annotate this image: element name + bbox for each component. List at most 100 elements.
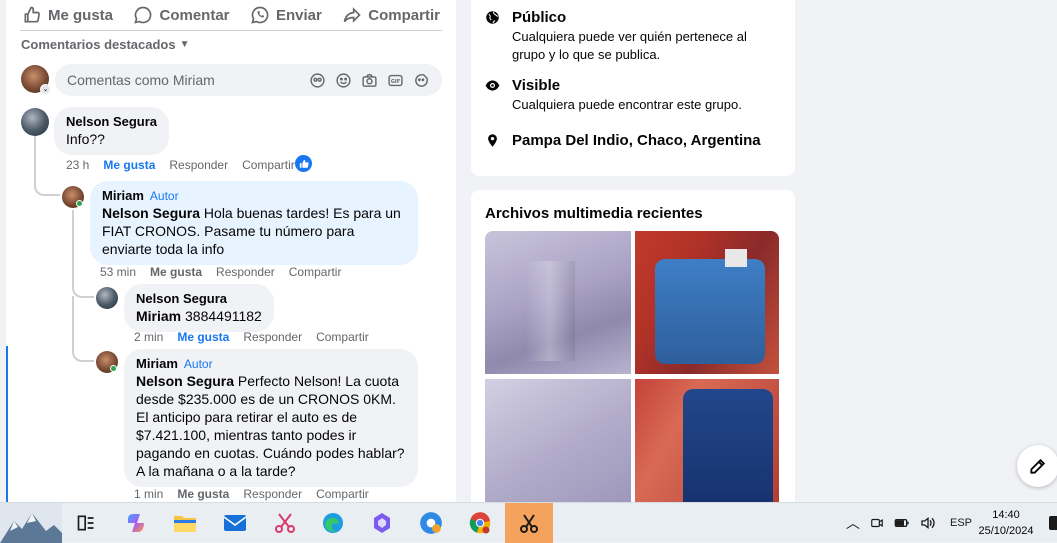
svg-text:GIF: GIF	[391, 78, 400, 84]
online-indicator	[110, 365, 117, 372]
media-thumbnail[interactable]	[485, 231, 631, 374]
chevron-down-icon: ⌄	[40, 84, 51, 95]
visibility-subtitle: Cualquiera puede encontrar este grupo.	[512, 97, 742, 112]
chrome-profile-icon[interactable]	[418, 510, 444, 536]
comment-bubble: Miriam Autor Nelson Segura Perfecto Nelso…	[124, 349, 418, 487]
composer-placeholder: Comentas como Miriam	[67, 72, 215, 88]
comment-like-button[interactable]: Me gusta	[150, 265, 202, 279]
share-label: Compartir	[368, 6, 440, 24]
emoji-icon[interactable]	[335, 72, 352, 89]
task-view-icon[interactable]	[73, 510, 99, 536]
comment-text-line: Miriam 3884491182	[136, 307, 262, 325]
media-thumbnail[interactable]	[635, 379, 779, 520]
group-info-card: Público Cualquiera puede ver quién perte…	[471, 0, 795, 176]
chevron-up-icon[interactable]: ︿	[846, 513, 860, 533]
comment-time[interactable]: 1 min	[134, 487, 163, 501]
battery-icon[interactable]	[894, 516, 910, 530]
comment-like-button[interactable]: Me gusta	[103, 158, 155, 172]
location-pin-icon	[488, 134, 497, 147]
compose-icon	[1030, 458, 1046, 474]
comment-share-button[interactable]: Compartir	[289, 265, 342, 279]
avatar[interactable]	[96, 287, 118, 309]
avatar-sticker-icon[interactable]	[309, 72, 326, 89]
comment-reply-button[interactable]: Responder	[243, 487, 302, 501]
comment-author-line: Miriam Autor	[136, 356, 406, 372]
comment-reply-button[interactable]: Responder	[243, 330, 302, 344]
comment-author[interactable]: Nelson Segura	[66, 114, 157, 130]
comment-time[interactable]: 53 min	[100, 265, 136, 279]
send-label: Enviar	[275, 6, 322, 24]
comment-button[interactable]: Comentar	[133, 5, 230, 25]
featured-comments-filter[interactable]: Comentarios destacados ▼	[21, 37, 190, 52]
comment-author[interactable]: Miriam	[102, 188, 144, 203]
like-reaction-icon[interactable]	[295, 155, 312, 172]
share-arrow-icon	[343, 7, 361, 23]
new-message-button[interactable]	[1017, 445, 1057, 487]
location-title[interactable]: Pampa Del Indio, Chaco, Argentina	[512, 131, 761, 151]
clock-date: 25/10/2024	[978, 525, 1034, 537]
comment-reply-button[interactable]: Responder	[216, 265, 275, 279]
share-button[interactable]: Compartir	[342, 5, 440, 25]
comment-time[interactable]: 23 h	[66, 158, 89, 172]
author-badge: Autor	[183, 357, 213, 371]
meet-now-icon[interactable]	[870, 516, 884, 530]
comment-author[interactable]: Miriam	[136, 356, 178, 371]
comment-share-button[interactable]: Compartir	[316, 330, 369, 344]
comment-like-button[interactable]: Me gusta	[177, 487, 229, 501]
comment-bubble: Nelson Segura Miriam 3884491182	[124, 284, 274, 332]
comment-author[interactable]: Nelson Segura	[136, 291, 262, 307]
comment-text: Info??	[66, 131, 105, 147]
location-row: Pampa Del Indio, Chaco, Argentina	[485, 131, 761, 151]
composer-avatar[interactable]: ⌄	[21, 65, 51, 95]
comment-bubble-icon	[134, 6, 152, 24]
snipping-tool-icon[interactable]	[272, 510, 298, 536]
recent-media-title: Archivos multimedia recientes	[485, 205, 703, 222]
widgets-weather-icon[interactable]	[0, 503, 62, 543]
gif-icon[interactable]: GIF	[387, 72, 404, 89]
post-actions-bar: Me gusta Comentar Enviar Compartir	[20, 0, 442, 31]
media-thumbnail[interactable]	[485, 379, 631, 520]
comment-like-button[interactable]: Me gusta	[177, 330, 229, 344]
like-button[interactable]: Me gusta	[22, 5, 113, 25]
caret-down-icon: ▼	[179, 39, 190, 50]
comment-mention[interactable]: Nelson Segura	[136, 373, 234, 389]
privacy-row: Público Cualquiera puede ver quién perte…	[485, 8, 772, 64]
camera-icon[interactable]	[361, 72, 378, 89]
comment-composer[interactable]: Comentas como Miriam GIF	[55, 64, 442, 96]
composer-tools: GIF	[309, 72, 430, 89]
comment-bubble: Miriam Autor Nelson Segura Hola buenas ta…	[90, 181, 418, 265]
file-explorer-icon[interactable]	[172, 510, 198, 536]
thumbs-up-icon	[24, 6, 40, 23]
taskbar-clock[interactable]: 14:40 25/10/2024	[970, 507, 1042, 539]
comment-bubble: Nelson Segura Info??	[54, 107, 170, 155]
comment-share-button[interactable]: Compartir	[316, 487, 369, 501]
chrome-icon[interactable]	[467, 510, 493, 536]
notification-icon[interactable]	[1049, 516, 1057, 530]
comment-mention[interactable]: Miriam	[136, 308, 181, 324]
speaker-icon[interactable]	[920, 516, 936, 530]
mail-icon[interactable]	[222, 510, 248, 536]
comment-meta: 53 min Me gusta Responder Compartir	[100, 265, 341, 279]
comments-panel: Me gusta Comentar Enviar Compartir Comen…	[6, 0, 456, 502]
language-indicator[interactable]: ESP	[950, 517, 972, 529]
m365-icon[interactable]	[369, 510, 395, 536]
visibility-title: Visible	[512, 77, 561, 94]
visibility-row: Visible Cualquiera puede encontrar este …	[485, 76, 742, 114]
privacy-title: Público	[512, 9, 567, 26]
snipping-sketch-icon[interactable]	[516, 510, 542, 536]
send-button[interactable]: Enviar	[250, 5, 322, 25]
whatsapp-icon	[251, 6, 269, 24]
avatar[interactable]	[21, 108, 49, 136]
online-indicator	[76, 200, 83, 207]
comment-reply-button[interactable]: Responder	[169, 158, 228, 172]
comment-meta: 23 h Me gusta Responder Compartir	[66, 158, 295, 172]
edge-browser-icon[interactable]	[320, 510, 346, 536]
copilot-icon[interactable]	[123, 510, 149, 536]
system-tray: ︿ ESP	[846, 503, 972, 543]
comment-share-button[interactable]: Compartir	[242, 158, 295, 172]
comment-time[interactable]: 2 min	[134, 330, 163, 344]
like-label: Me gusta	[48, 6, 114, 24]
sticker-icon[interactable]	[413, 72, 430, 89]
comment-mention[interactable]: Nelson Segura	[102, 205, 200, 221]
media-thumbnail[interactable]	[635, 231, 779, 374]
